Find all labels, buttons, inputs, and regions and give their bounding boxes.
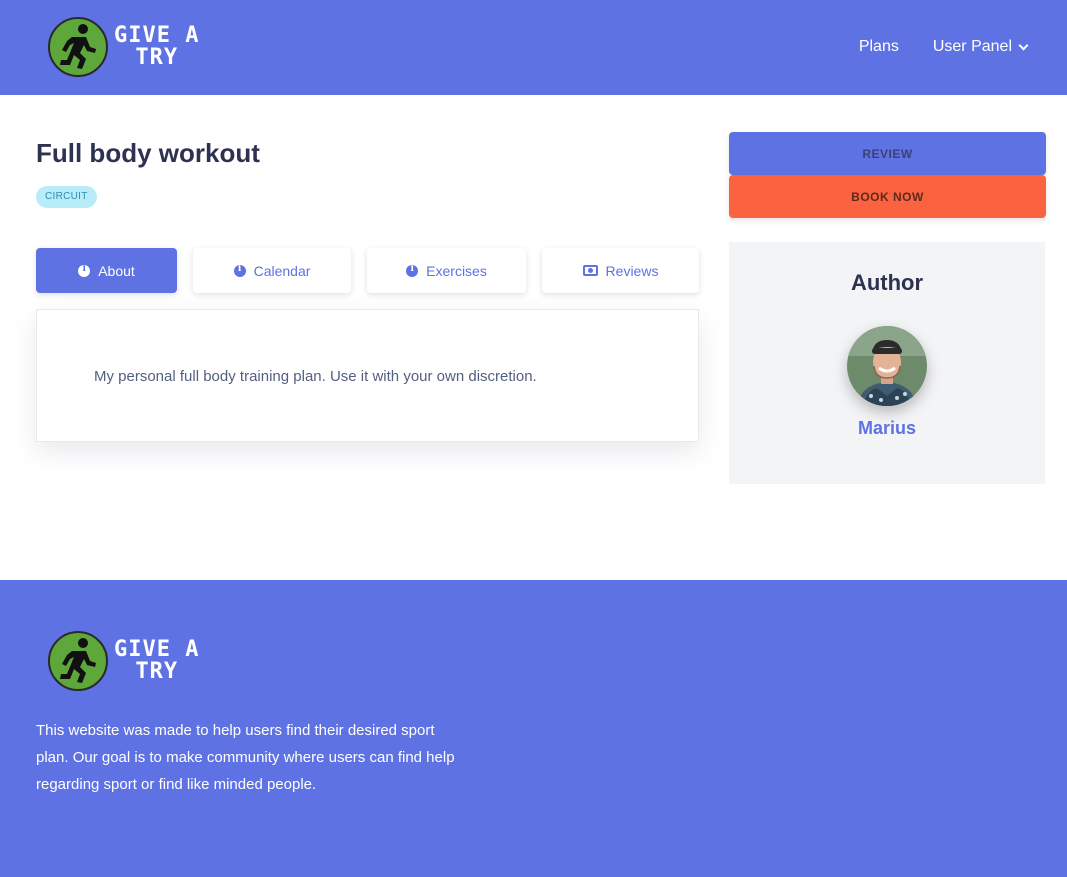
tab-about-label: About (98, 262, 135, 279)
about-description: My personal full body training plan. Use… (94, 368, 537, 385)
logo-text-line2: TRY (135, 45, 179, 70)
info-icon (233, 264, 246, 277)
info-icon (406, 264, 419, 277)
author-name-link[interactable]: Marius (729, 418, 1045, 439)
runner-icon (48, 17, 108, 77)
logo-text: GIVE A TRY (114, 639, 199, 683)
review-button[interactable]: REVIEW (729, 132, 1046, 175)
money-bill-icon (582, 265, 598, 276)
book-now-button[interactable]: BOOK NOW (729, 175, 1046, 218)
tab-calendar-label: Calendar (253, 262, 311, 279)
tab-about[interactable]: About (36, 248, 177, 293)
logo-text-line1: GIVE A (114, 637, 200, 662)
site-logo[interactable]: GIVE A TRY (48, 17, 199, 77)
footer-logo[interactable]: GIVE A TRY (48, 631, 199, 691)
chevron-down-icon (1018, 40, 1029, 50)
nav-plans-label: Plans (858, 38, 899, 55)
page-title: Full body workout (36, 138, 260, 168)
plan-tabs: About Calendar Exercises Reviews (36, 248, 699, 293)
main-nav: Plans User Panel (859, 38, 1029, 56)
tab-reviews[interactable]: Reviews (542, 248, 699, 293)
runner-icon (48, 631, 108, 691)
tab-exercises[interactable]: Exercises (367, 248, 526, 293)
logo-text-line2: TRY (135, 659, 179, 684)
tab-reviews-label: Reviews (605, 262, 659, 279)
plan-type-badge: CIRCUIT (36, 186, 97, 208)
tab-exercises-label: Exercises (426, 262, 487, 279)
info-icon (78, 264, 91, 277)
author-card: Author Marius (729, 242, 1045, 484)
author-avatar[interactable] (847, 326, 927, 406)
site-footer: GIVE A TRY This website was made to help… (0, 580, 1067, 877)
top-navbar: GIVE A TRY Plans User Panel (0, 0, 1067, 95)
logo-text-line1: GIVE A (114, 23, 200, 48)
tab-content-panel: My personal full body training plan. Use… (36, 309, 699, 442)
logo-text: GIVE A TRY (114, 25, 199, 69)
footer-description: This website was made to help users find… (36, 722, 455, 793)
nav-user-panel-label: User Panel (932, 38, 1012, 55)
tab-calendar[interactable]: Calendar (193, 248, 351, 293)
author-heading: Author (850, 270, 924, 295)
nav-plans[interactable]: Plans (859, 38, 899, 56)
nav-user-panel-dropdown[interactable]: User Panel (932, 38, 1029, 56)
